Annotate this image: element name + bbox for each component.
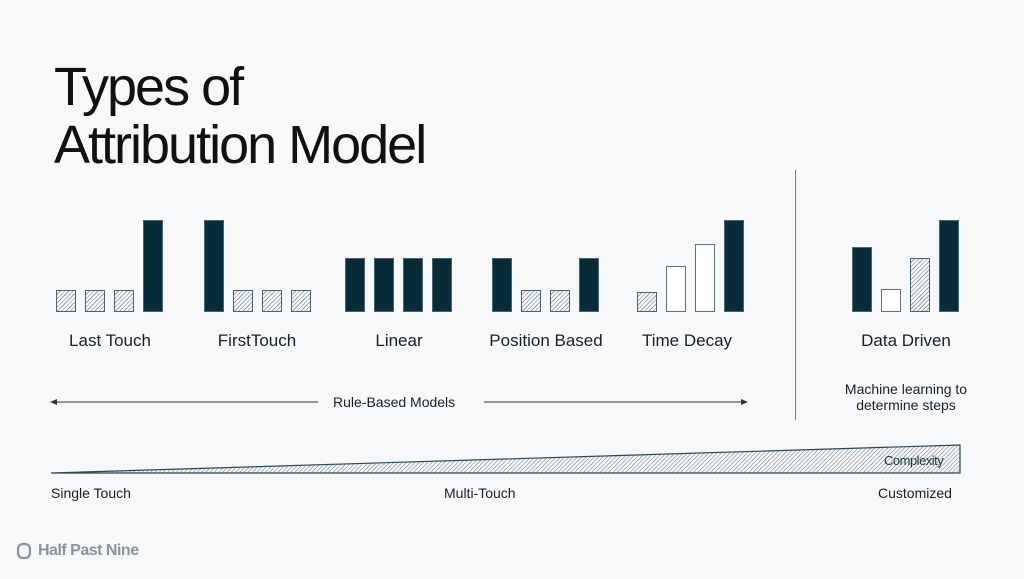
- model-label: FirstTouch: [217, 331, 297, 350]
- complexity-label: Complexity: [884, 453, 944, 468]
- bar-hatched: [233, 290, 253, 312]
- divider: [795, 170, 796, 420]
- bar-filled: [939, 220, 959, 312]
- title-line-2: Attribution Model: [54, 115, 427, 175]
- scale-middle-label: Multi-Touch: [444, 485, 516, 501]
- bar-filled: [345, 258, 365, 312]
- bar-filled: [724, 220, 744, 312]
- bar-filled: [374, 258, 394, 312]
- model-chart-position-based: [492, 200, 602, 312]
- bar-hatched: [521, 290, 541, 312]
- bar-filled: [432, 258, 452, 312]
- bar-hatched: [637, 292, 657, 312]
- bar-filled: [204, 220, 224, 312]
- bar-hatched: [85, 290, 105, 312]
- bar-filled: [492, 258, 512, 312]
- model-label: Data Driven: [861, 331, 951, 350]
- bar-filled: [852, 247, 872, 312]
- title-line-1: Types of: [54, 57, 244, 117]
- scale-left-label: Single Touch: [51, 485, 131, 501]
- model-label: Last Touch: [69, 331, 151, 350]
- bar-outline: [666, 266, 686, 312]
- model-chart-last-touch: [56, 200, 166, 312]
- brand-logo: Half Past Nine: [16, 542, 139, 560]
- bar-outline: [881, 289, 901, 312]
- bar-hatched: [56, 290, 76, 312]
- complexity-wedge: [50, 444, 961, 474]
- model-chart-time-decay: [637, 200, 747, 312]
- model-label: Linear: [375, 331, 423, 350]
- ml-label: Machine learning to determine steps: [845, 381, 967, 413]
- model-label: Time Decay: [641, 331, 733, 350]
- model-chart-linear: [345, 200, 455, 312]
- scale-right-label: Customized: [878, 485, 952, 501]
- rule-based-label: Rule-Based Models: [333, 394, 456, 410]
- rounded-hexagon-outline-icon: [16, 542, 32, 560]
- model-label: Position Based: [489, 331, 603, 350]
- bar-filled: [403, 258, 423, 312]
- brand-name: Half Past Nine: [38, 542, 139, 559]
- bar-filled: [579, 258, 599, 312]
- bar-hatched: [291, 290, 311, 312]
- ml-label-line-1: Machine learning to: [844, 381, 968, 397]
- page-title: Types of Attribution Model: [54, 57, 427, 175]
- model-chart-firsttouch: [204, 200, 314, 312]
- bar-outline: [695, 244, 715, 312]
- model-chart-data-driven: [852, 200, 962, 312]
- bar-hatched: [910, 258, 930, 312]
- ml-label-line-2: determine steps: [856, 397, 956, 413]
- bar-hatched: [114, 290, 134, 312]
- bar-filled: [143, 220, 163, 312]
- bar-hatched: [550, 290, 570, 312]
- bar-hatched: [262, 290, 282, 312]
